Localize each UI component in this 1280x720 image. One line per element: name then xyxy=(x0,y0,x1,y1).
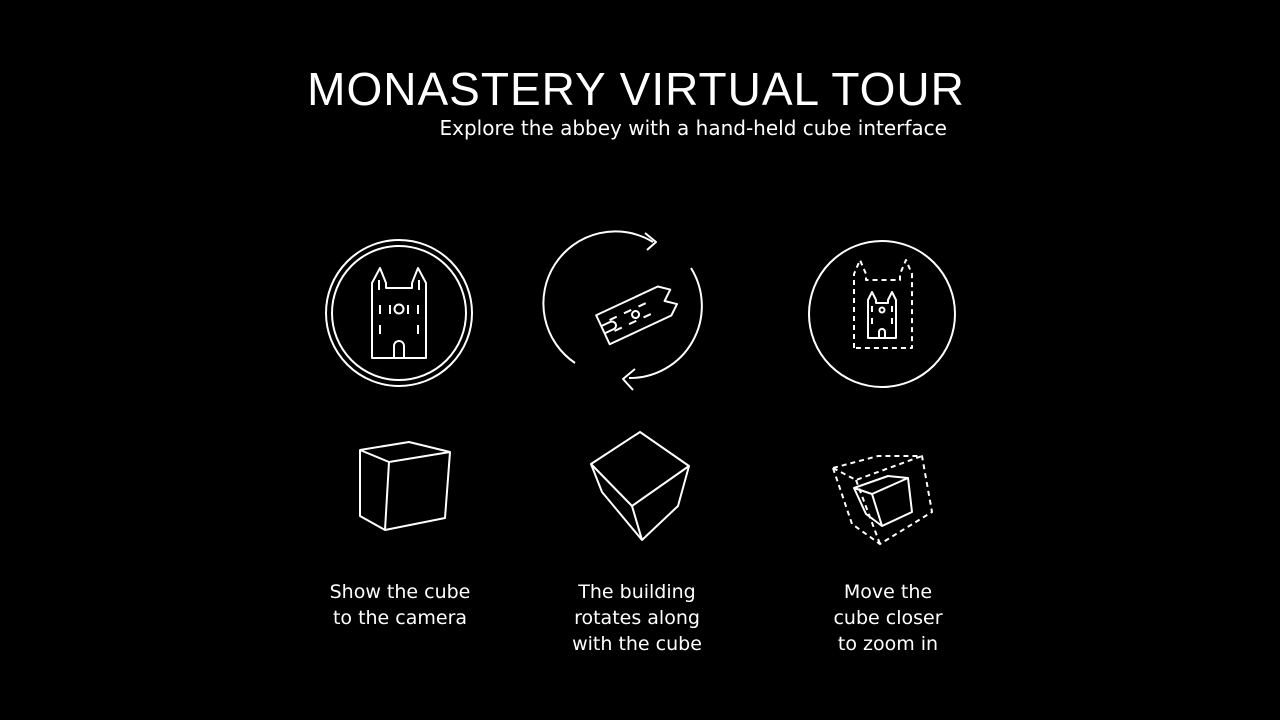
rotating-building-icon xyxy=(542,228,719,398)
tilted-cube-icon xyxy=(588,428,693,543)
caption-line: Move the xyxy=(843,581,933,603)
page-subtitle: Explore the abbey with a hand-held cube … xyxy=(439,116,947,140)
caption-line: to the camera xyxy=(332,607,468,629)
caption-line: cube closer xyxy=(833,607,943,629)
page-title: MONASTERY VIRTUAL TOUR xyxy=(307,63,965,115)
caption-move-closer: Move the cube closer to zoom in xyxy=(778,579,998,657)
caption-line: rotates along xyxy=(574,607,700,629)
caption-line: with the cube xyxy=(572,633,702,655)
caption-line: Show the cube xyxy=(329,581,471,603)
caption-building-rotates: The building rotates along with the cube xyxy=(527,579,747,657)
cube-zoom-icon xyxy=(830,452,938,548)
caption-show-cube: Show the cube to the camera xyxy=(290,579,510,631)
cube-icon xyxy=(355,440,455,535)
caption-line: to zoom in xyxy=(837,633,939,655)
caption-line: The building xyxy=(578,581,696,603)
abbey-in-circle-icon xyxy=(324,238,474,388)
zoom-abbey-icon xyxy=(808,240,956,388)
